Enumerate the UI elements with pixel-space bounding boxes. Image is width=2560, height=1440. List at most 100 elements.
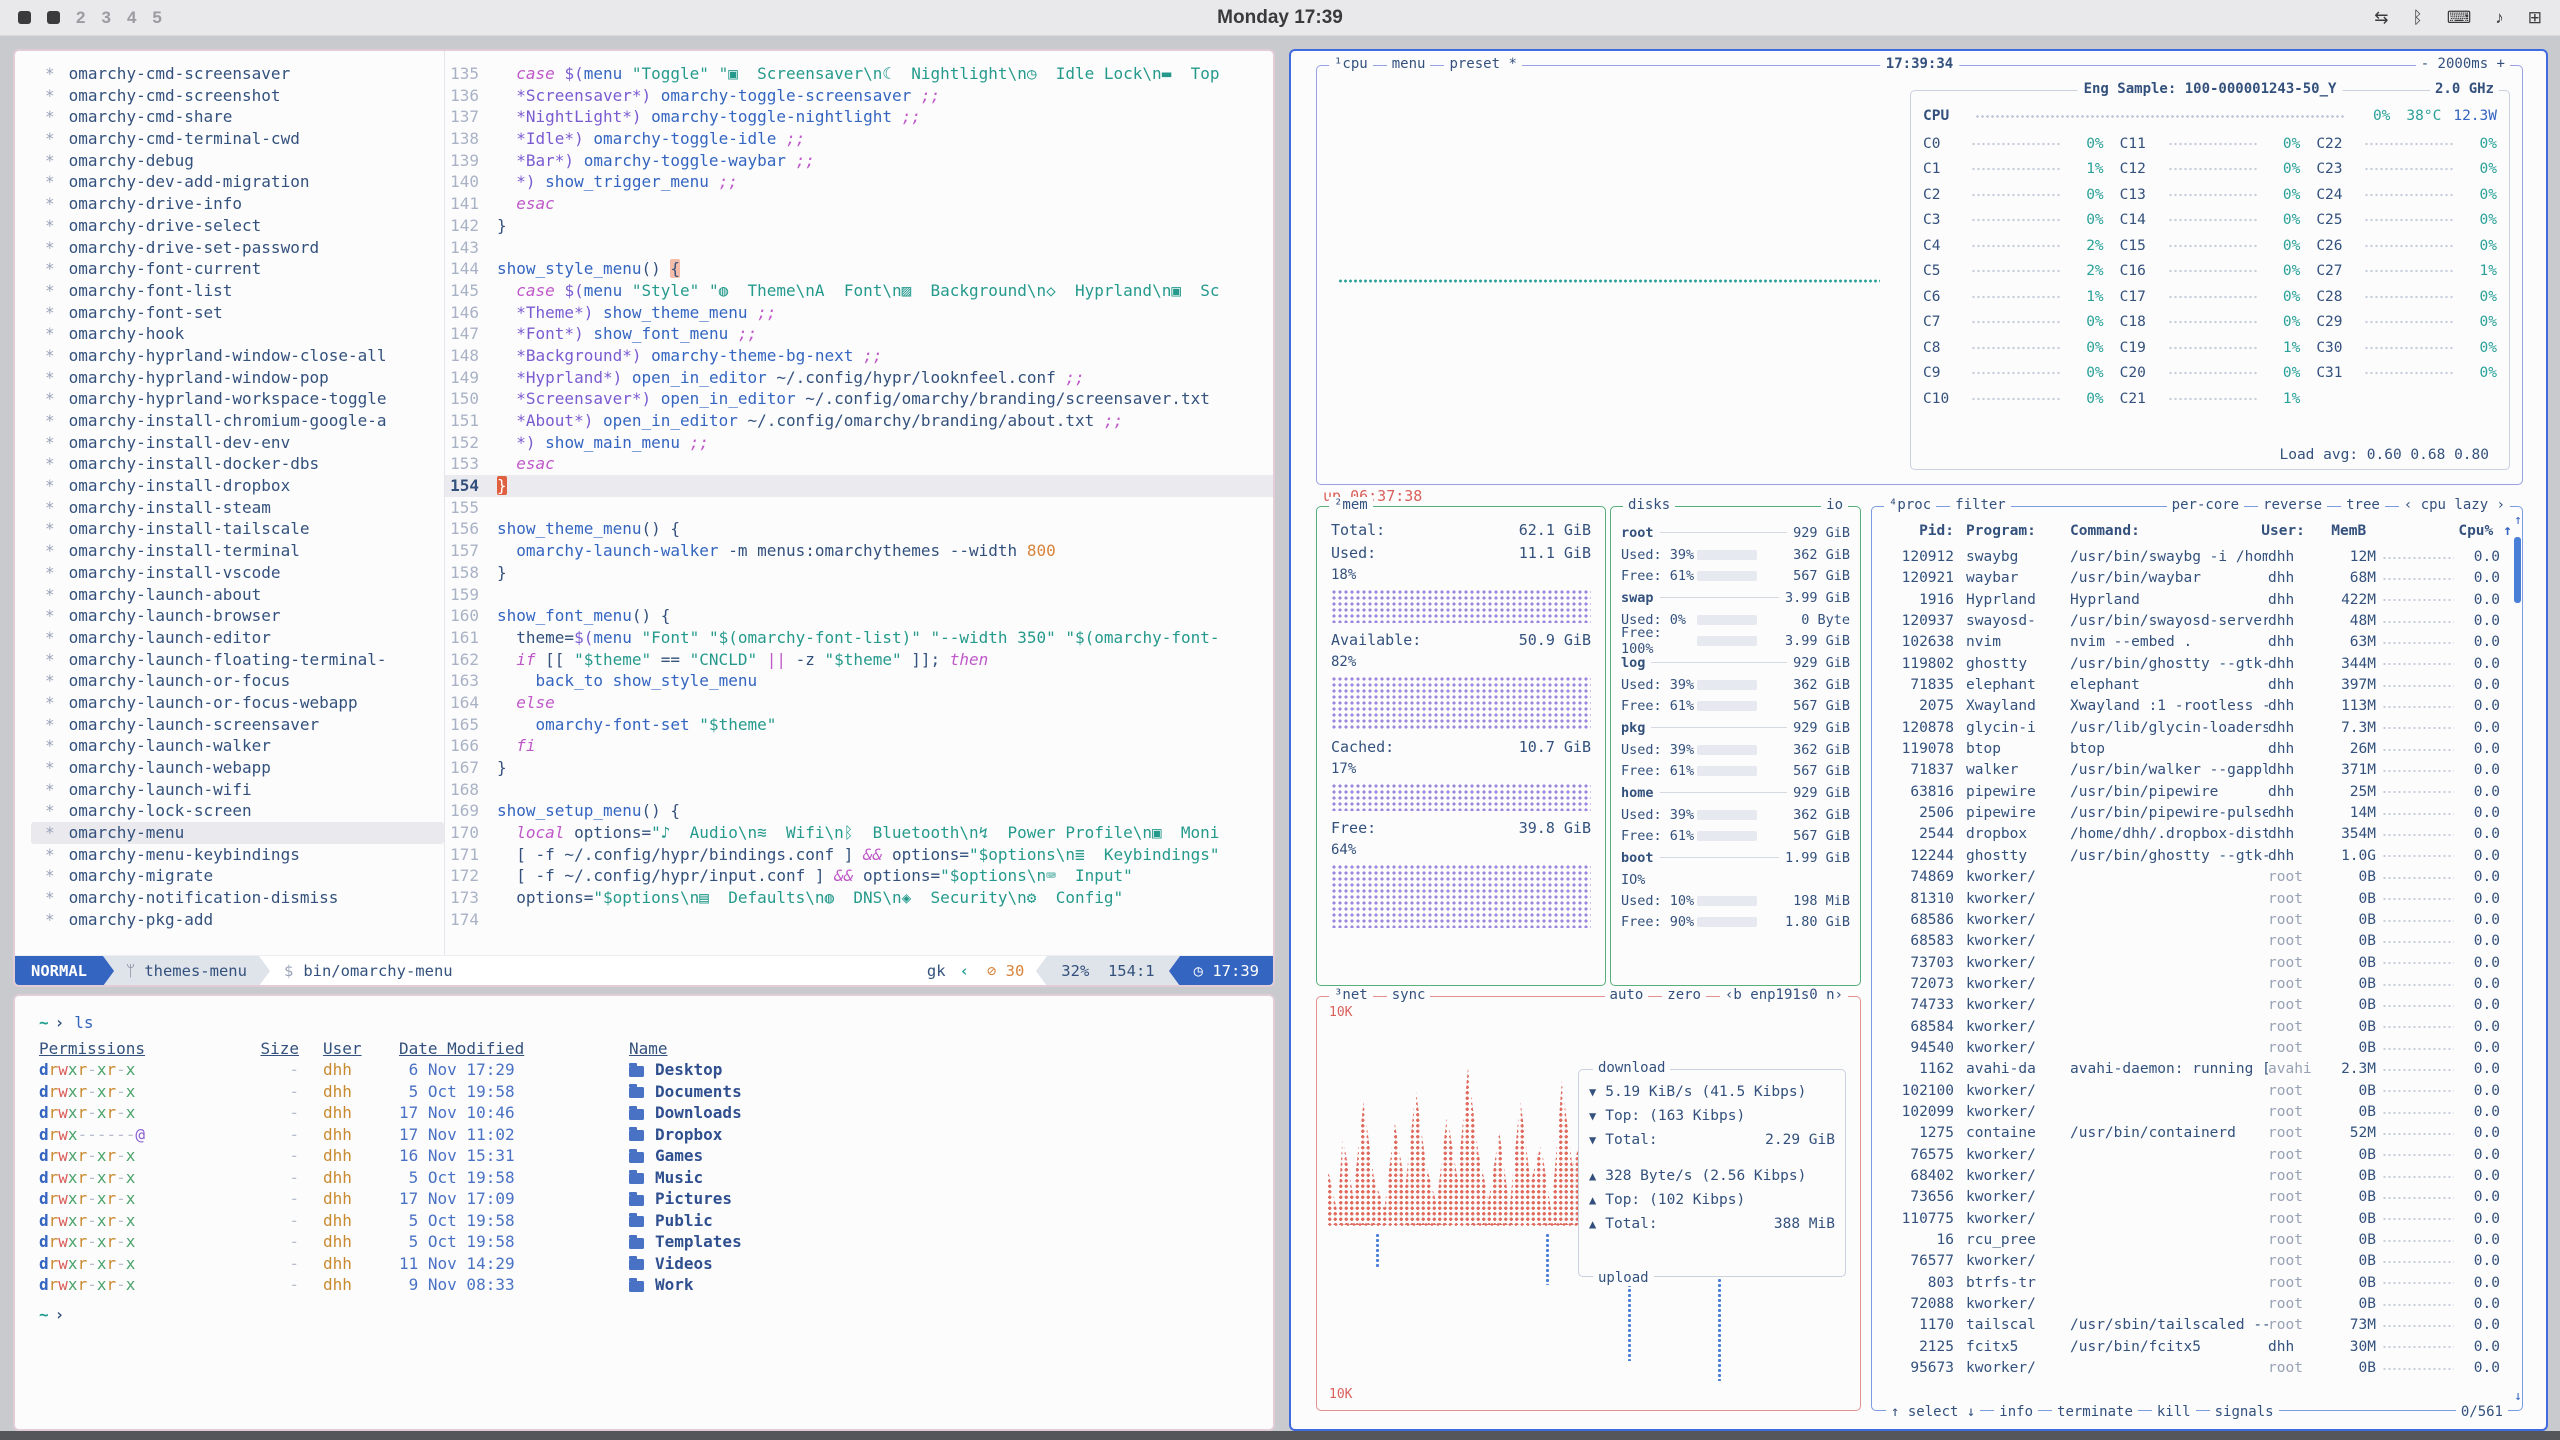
- file-item[interactable]: *omarchy-notification-dismiss: [31, 887, 444, 909]
- file-item[interactable]: *omarchy-launch-screensaver: [31, 714, 444, 736]
- workspace-active-icon[interactable]: [47, 11, 60, 24]
- file-item[interactable]: *omarchy-launch-or-focus: [31, 670, 444, 692]
- code-line[interactable]: 154}: [445, 475, 1273, 497]
- file-item[interactable]: *omarchy-font-list: [31, 280, 444, 302]
- file-item[interactable]: *omarchy-drive-set-password: [31, 237, 444, 259]
- code-line[interactable]: 166 fi: [445, 735, 1273, 757]
- process-row[interactable]: 73656kworker/root0B0.0: [1884, 1187, 2512, 1208]
- process-row[interactable]: 95673kworker/root0B0.0: [1884, 1358, 2512, 1379]
- process-row[interactable]: 71837walker/usr/bin/walker --gappldhh371…: [1884, 760, 2512, 781]
- code-line[interactable]: 157 omarchy-launch-walker -m menus:omarc…: [445, 540, 1273, 562]
- file-item[interactable]: *omarchy-drive-info: [31, 193, 444, 215]
- btop-option[interactable]: auto: [1605, 987, 1649, 1003]
- terminal-window[interactable]: ~›lsPermissionsSizeUserDate ModifiedName…: [13, 994, 1275, 1431]
- btop-option[interactable]: preset *: [1444, 56, 1521, 72]
- code-line[interactable]: 158}: [445, 562, 1273, 584]
- file-item[interactable]: *omarchy-install-chromium-google-a: [31, 410, 444, 432]
- code-line[interactable]: 170 local options="♪ Audio\n≋ Wifi\nᛒ Bl…: [445, 822, 1273, 844]
- process-row[interactable]: 72088kworker/root0B0.0: [1884, 1294, 2512, 1315]
- process-row[interactable]: 94540kworker/root0B0.0: [1884, 1038, 2512, 1059]
- code-line[interactable]: 137 *NightLight*) omarchy-toggle-nightli…: [445, 106, 1273, 128]
- code-line[interactable]: 152 *) show_main_menu ;;: [445, 432, 1273, 454]
- process-row[interactable]: 16rcu_preeroot0B0.0: [1884, 1230, 2512, 1251]
- code-area[interactable]: 135 case $(menu "Toggle" "▣ Screensaver\…: [445, 51, 1273, 955]
- workspace-5[interactable]: 5: [152, 8, 161, 28]
- file-item[interactable]: *omarchy-hyprland-window-pop: [31, 367, 444, 389]
- workspace-4[interactable]: 4: [127, 8, 136, 28]
- file-item[interactable]: *omarchy-install-dropbox: [31, 475, 444, 497]
- file-item[interactable]: *omarchy-launch-floating-terminal-: [31, 649, 444, 671]
- process-row[interactable]: 110775kworker/root0B0.0: [1884, 1209, 2512, 1230]
- file-item[interactable]: *omarchy-dev-add-migration: [31, 171, 444, 193]
- process-row[interactable]: 68586kworker/root0B0.0: [1884, 910, 2512, 931]
- code-line[interactable]: 169show_setup_menu() {: [445, 800, 1273, 822]
- code-line[interactable]: 160show_font_menu() {: [445, 605, 1273, 627]
- volume-icon[interactable]: ♪: [2495, 8, 2504, 28]
- io-toggle[interactable]: io: [1821, 497, 1848, 513]
- process-row[interactable]: 1275containe/usr/bin/containerdroot52M0.…: [1884, 1123, 2512, 1144]
- file-item[interactable]: *omarchy-install-terminal: [31, 540, 444, 562]
- process-row[interactable]: 1170tailscal/usr/sbin/tailscaled --root7…: [1884, 1315, 2512, 1336]
- process-row[interactable]: 74733kworker/root0B0.0: [1884, 995, 2512, 1016]
- code-line[interactable]: 171 [ -f ~/.config/hypr/bindings.conf ] …: [445, 844, 1273, 866]
- code-line[interactable]: 143: [445, 237, 1273, 259]
- mem-box-title[interactable]: ²mem: [1329, 497, 1373, 513]
- process-row[interactable]: 120937swayosd-/usr/bin/swayosd-serverdhh…: [1884, 611, 2512, 632]
- process-row[interactable]: 102100kworker/root0B0.0: [1884, 1081, 2512, 1102]
- code-line[interactable]: 149 *Hyprland*) open_in_editor ~/.config…: [445, 367, 1273, 389]
- update-interval-control[interactable]: - 2000ms +: [2416, 56, 2510, 72]
- workspace-numbers[interactable]: 2345: [76, 8, 162, 28]
- code-line[interactable]: 148 *Background*) omarchy-theme-bg-next …: [445, 345, 1273, 367]
- btop-option[interactable]: sync: [1387, 987, 1431, 1003]
- code-line[interactable]: 164 else: [445, 692, 1273, 714]
- file-item[interactable]: *omarchy-font-current: [31, 258, 444, 280]
- app-menu-icon[interactable]: ⊞: [2528, 8, 2542, 28]
- btop-option[interactable]: kill: [2152, 1404, 2196, 1420]
- file-item[interactable]: *omarchy-launch-or-focus-webapp: [31, 692, 444, 714]
- workspace-2[interactable]: 2: [76, 8, 85, 28]
- code-line[interactable]: 144show_style_menu() {: [445, 258, 1273, 280]
- disks-box-title[interactable]: disks: [1623, 497, 1675, 513]
- bluetooth-icon[interactable]: ᛒ: [2413, 8, 2423, 28]
- file-item[interactable]: *omarchy-install-steam: [31, 497, 444, 519]
- terminal-prompt[interactable]: ~›: [39, 1304, 1273, 1326]
- code-line[interactable]: 136 *Screensaver*) omarchy-toggle-screen…: [445, 85, 1273, 107]
- code-line[interactable]: 135 case $(menu "Toggle" "▣ Screensaver\…: [445, 63, 1273, 85]
- system-tray[interactable]: ⇆ᛒ⌨♪⊞: [2374, 8, 2542, 28]
- file-item[interactable]: *omarchy-menu: [31, 822, 444, 844]
- btop-option[interactable]: per-core: [2167, 497, 2244, 513]
- code-line[interactable]: 147 *Font*) show_font_menu ;;: [445, 323, 1273, 345]
- workspace-3[interactable]: 3: [101, 8, 110, 28]
- process-row[interactable]: 12244ghostty/usr/bin/ghostty --gtk-dhh1.…: [1884, 846, 2512, 867]
- file-item[interactable]: *omarchy-cmd-screenshot: [31, 85, 444, 107]
- scroll-down-icon[interactable]: ↓: [2514, 1389, 2522, 1404]
- file-item[interactable]: *omarchy-hyprland-workspace-toggle: [31, 388, 444, 410]
- file-item[interactable]: *omarchy-launch-about: [31, 584, 444, 606]
- file-item[interactable]: *omarchy-lock-screen: [31, 800, 444, 822]
- screencast-icon[interactable]: ⇆: [2374, 8, 2388, 28]
- file-item[interactable]: *omarchy-pkg-add: [31, 909, 444, 931]
- code-line[interactable]: 174: [445, 909, 1273, 931]
- file-item[interactable]: *omarchy-font-set: [31, 302, 444, 324]
- file-item[interactable]: *omarchy-install-tailscale: [31, 518, 444, 540]
- code-line[interactable]: 145 case $(menu "Style" "◍ Theme\nA Font…: [445, 280, 1273, 302]
- process-row[interactable]: 119802ghostty/usr/bin/ghostty --gtk-dhh3…: [1884, 654, 2512, 675]
- file-item[interactable]: *omarchy-cmd-screensaver: [31, 63, 444, 85]
- process-row[interactable]: 1162avahi-daavahi-daemon: running [avahi…: [1884, 1059, 2512, 1080]
- btop-option[interactable]: ‹b enp191s0 n›: [1720, 987, 1848, 1003]
- process-row[interactable]: 76577kworker/root0B0.0: [1884, 1251, 2512, 1272]
- btop-option[interactable]: ¹cpu: [1329, 56, 1373, 72]
- code-line[interactable]: 146 *Theme*) show_theme_menu ;;: [445, 302, 1273, 324]
- file-item[interactable]: *omarchy-cmd-terminal-cwd: [31, 128, 444, 150]
- file-item[interactable]: *omarchy-drive-select: [31, 215, 444, 237]
- process-row[interactable]: 1916HyprlandHyprlanddhh422M0.0: [1884, 590, 2512, 611]
- process-row[interactable]: 71835elephantelephantdhh397M0.0: [1884, 675, 2512, 696]
- btop-option[interactable]: ‹ cpu lazy ›: [2399, 497, 2510, 513]
- process-row[interactable]: 119078btopbtopdhh26M0.0: [1884, 739, 2512, 760]
- process-row[interactable]: 102099kworker/root0B0.0: [1884, 1102, 2512, 1123]
- btop-option[interactable]: ³net: [1329, 987, 1373, 1003]
- process-row[interactable]: 803btrfs-trroot0B0.0: [1884, 1273, 2512, 1294]
- code-line[interactable]: 168: [445, 779, 1273, 801]
- editor-window[interactable]: *omarchy-cmd-screensaver*omarchy-cmd-scr…: [13, 49, 1275, 987]
- process-row[interactable]: 68402kworker/root0B0.0: [1884, 1166, 2512, 1187]
